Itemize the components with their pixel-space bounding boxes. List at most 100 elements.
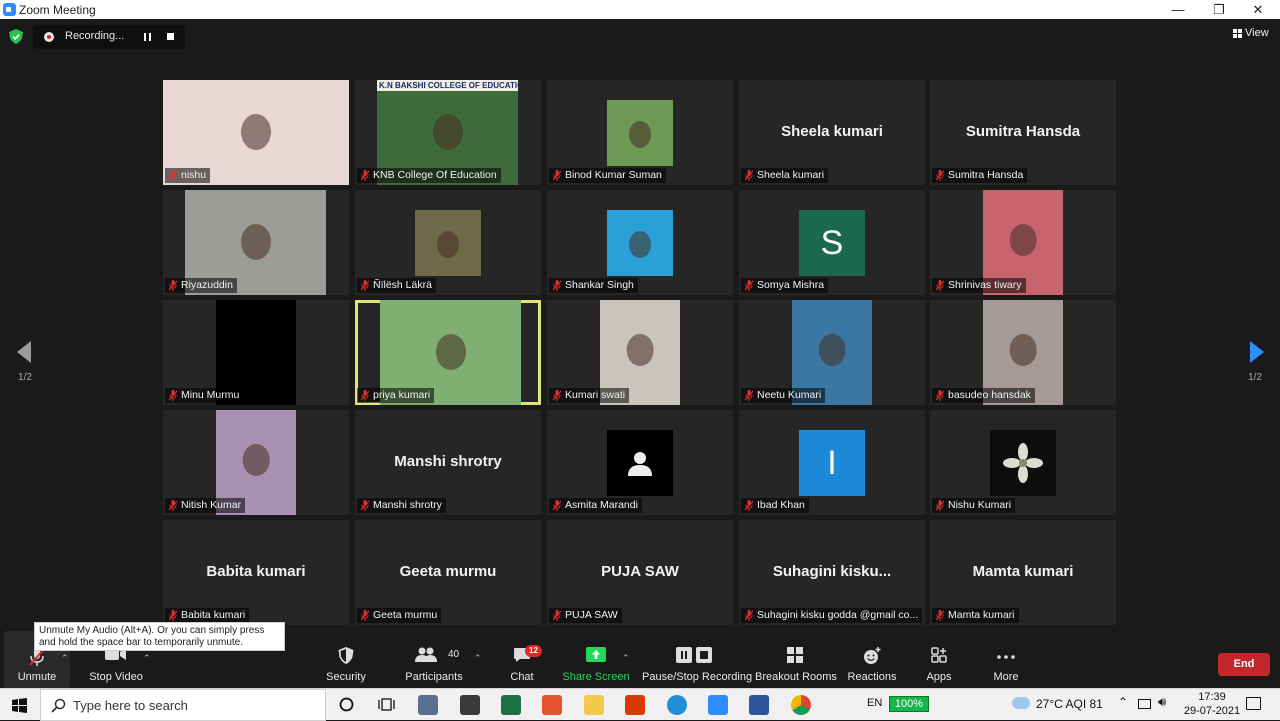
taskbar-app-icon-1[interactable] xyxy=(418,695,438,715)
record-dot-icon xyxy=(44,32,54,42)
chat-button[interactable]: 12 Chat xyxy=(500,631,544,688)
participant-name: Shankar Singh xyxy=(565,279,634,291)
participant-tile[interactable]: S Somya Mishra xyxy=(739,190,925,295)
end-meeting-button[interactable]: End xyxy=(1218,653,1270,676)
more-label: More xyxy=(993,671,1019,683)
view-button[interactable]: View xyxy=(1229,25,1273,43)
video-options-caret-icon[interactable]: ⌃ xyxy=(143,653,151,664)
clock-date[interactable]: 29-07-2021 xyxy=(1178,705,1246,717)
security-shield-icon[interactable] xyxy=(9,29,23,44)
stop-recording-icon[interactable] xyxy=(167,33,174,40)
page-indicator-left: 1/2 xyxy=(18,372,32,383)
windows-start-icon[interactable] xyxy=(12,698,27,713)
more-button[interactable]: More xyxy=(985,631,1027,688)
breakout-rooms-button[interactable]: Breakout Rooms xyxy=(755,631,837,688)
participant-nameplate: Mamta kumari xyxy=(932,608,1019,623)
participant-tile[interactable]: Suhagini kisku... Suhagini kisku godda @g… xyxy=(739,520,925,625)
participant-tile[interactable]: nishu xyxy=(163,80,349,185)
edge-icon[interactable] xyxy=(667,695,687,715)
clock-time[interactable]: 17:39 xyxy=(1188,691,1236,703)
battery-tray-icon[interactable] xyxy=(1138,699,1151,709)
close-window-button[interactable]: ✕ xyxy=(1238,0,1278,19)
participant-tile[interactable]: Sumitra Hansda Sumitra Hansda xyxy=(930,80,1116,185)
chrome-icon[interactable] xyxy=(791,695,811,715)
taskbar-search-input[interactable]: Type here to search xyxy=(40,689,326,721)
participants-icon xyxy=(415,647,437,662)
file-explorer-icon[interactable] xyxy=(584,695,604,715)
word-icon[interactable] xyxy=(749,695,769,715)
participant-tile[interactable]: Neetu Kumari xyxy=(739,300,925,405)
participant-tile[interactable]: Shrinivas tiwary xyxy=(930,190,1116,295)
participant-tile[interactable]: Nishu Kumari xyxy=(930,410,1116,515)
participant-name: priya kumari xyxy=(373,389,431,401)
participant-tile[interactable]: Riyazuddin xyxy=(163,190,349,295)
security-label: Security xyxy=(326,671,366,683)
next-page-button[interactable]: 1/2 xyxy=(1240,341,1270,391)
participant-tile[interactable]: Nitish Kumar xyxy=(163,410,349,515)
minimize-button[interactable]: — xyxy=(1158,0,1198,19)
share-screen-button[interactable]: Share Screen xyxy=(562,631,630,688)
pause-stop-recording-button[interactable]: Pause/Stop Recording xyxy=(642,631,753,688)
cortana-icon[interactable] xyxy=(339,697,354,712)
prev-page-button[interactable]: 1/2 xyxy=(10,341,40,391)
share-options-caret-icon[interactable]: ⌃ xyxy=(622,653,630,664)
participant-name: Babita kumari xyxy=(181,609,246,621)
participant-tile[interactable]: Babita kumari Babita kumari xyxy=(163,520,349,625)
window-titlebar: Zoom Meeting — ❐ ✕ xyxy=(0,0,1280,19)
participant-tile[interactable]: Mamta kumari Mamta kumari xyxy=(930,520,1116,625)
maximize-button[interactable]: ❐ xyxy=(1199,0,1239,19)
participant-tile[interactable]: I Ibad Khan xyxy=(739,410,925,515)
participants-caret-icon[interactable]: ⌃ xyxy=(474,653,482,664)
speaker-icon[interactable]: 🔊︎ xyxy=(1158,694,1166,710)
participant-tile[interactable]: Minu Murmu xyxy=(163,300,349,405)
participant-nameplate: Babita kumari xyxy=(165,608,250,623)
participant-tile[interactable]: Manshi shrotry Manshi shrotry xyxy=(355,410,541,515)
office-icon[interactable] xyxy=(625,695,645,715)
participants-button[interactable]: 40 Participants xyxy=(402,631,466,688)
view-label: View xyxy=(1245,27,1269,39)
store-icon[interactable] xyxy=(460,695,480,715)
person-silhouette xyxy=(240,223,271,260)
mic-muted-icon xyxy=(745,500,753,511)
zoom-taskbar-icon[interactable] xyxy=(708,695,728,715)
reactions-button[interactable]: Reactions xyxy=(846,631,898,688)
participant-name: Minu Murmu xyxy=(181,389,240,401)
notifications-icon[interactable] xyxy=(1246,697,1261,710)
participant-tile[interactable]: PUJA SAW PUJA SAW xyxy=(547,520,733,625)
mic-muted-icon xyxy=(745,170,753,181)
participant-tile[interactable]: basudeo hansdak xyxy=(930,300,1116,405)
pdf-app-icon[interactable] xyxy=(542,695,562,715)
security-button[interactable]: Security xyxy=(320,631,372,688)
participant-tile[interactable]: priya kumari xyxy=(355,300,541,405)
mic-muted-icon xyxy=(936,610,944,621)
apps-button[interactable]: Apps xyxy=(917,631,961,688)
participant-nameplate: PUJA SAW xyxy=(549,608,622,623)
participant-tile[interactable]: K.N BAKSHI COLLEGE OF EDUCATION KNB Colle… xyxy=(355,80,541,185)
more-dots-icon xyxy=(997,655,1015,659)
participant-name-large: Mamta kumari xyxy=(972,563,1074,580)
pause-stop-recording-label: Pause/Stop Recording xyxy=(642,671,753,683)
arrow-left-icon xyxy=(17,341,31,363)
excel-icon[interactable] xyxy=(501,695,521,715)
weather-cloud-icon xyxy=(1012,697,1030,709)
participant-tile[interactable]: Binod Kumar Suman xyxy=(547,80,733,185)
participant-tile[interactable]: Asmita Marandi xyxy=(547,410,733,515)
participant-tile[interactable]: Geeta murmu Geeta murmu xyxy=(355,520,541,625)
battery-indicator[interactable]: 100% xyxy=(889,696,929,712)
mic-muted-icon xyxy=(169,500,177,511)
weather-text[interactable]: 27°C AQI 81 xyxy=(1036,697,1103,711)
participant-tile[interactable]: Shankar Singh xyxy=(547,190,733,295)
participant-tile[interactable]: Kumari swati xyxy=(547,300,733,405)
tray-chevron-icon[interactable]: ⌃ xyxy=(1118,695,1128,709)
audio-options-caret-icon[interactable]: ⌃ xyxy=(61,653,69,664)
participant-nameplate: Ñïlësh Läkrä xyxy=(357,278,436,293)
participant-tile[interactable]: Ñïlësh Läkrä xyxy=(355,190,541,295)
pause-recording-icon[interactable] xyxy=(144,33,151,41)
task-view-icon[interactable] xyxy=(378,697,395,712)
participant-tile[interactable]: Sheela kumari Sheela kumari xyxy=(739,80,925,185)
participant-name: KNB College Of Education xyxy=(373,169,497,181)
language-indicator[interactable]: EN xyxy=(867,697,882,709)
participant-name: Ibad Khan xyxy=(757,499,805,511)
video-banner-text: K.N BAKSHI COLLEGE OF EDUCATION xyxy=(377,80,518,91)
participant-name: Riyazuddin xyxy=(181,279,233,291)
